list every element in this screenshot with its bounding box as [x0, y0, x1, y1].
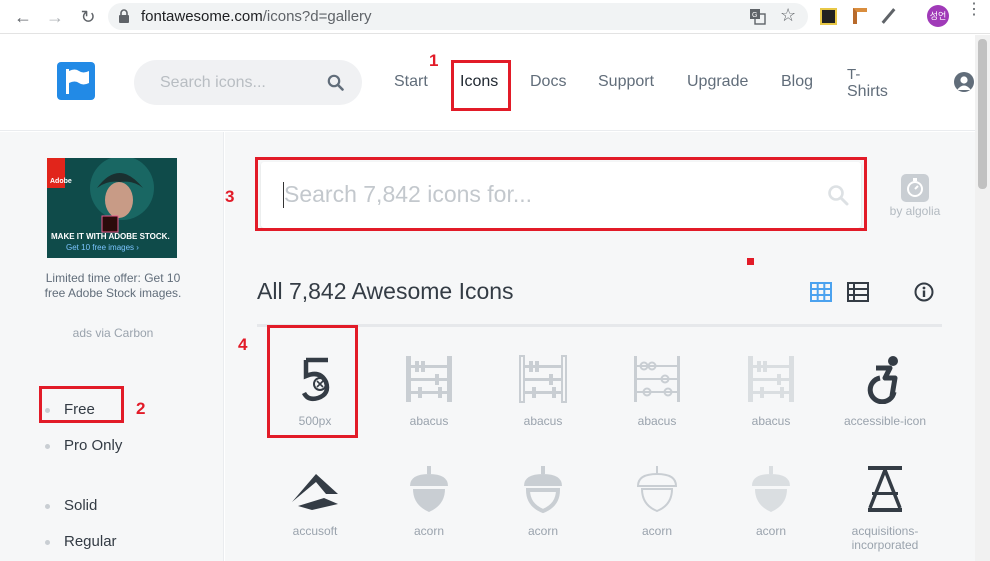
bullet-icon [45, 443, 50, 449]
gallery-divider [257, 324, 942, 327]
browser-toolbar: ← → ↻ fontawesome.com/icons?d=gallery G … [0, 0, 990, 34]
adobe-stock-ad-image[interactable]: Adobe MAKE IT WITH ADOBE STOCK. Get 10 f… [47, 158, 177, 258]
icon-tile-abacus[interactable]: abacus [714, 332, 828, 442]
translate-icon[interactable]: G [749, 8, 766, 25]
stopwatch-icon [901, 174, 929, 202]
icon-tile-acorn[interactable]: acorn [714, 442, 828, 552]
forward-icon[interactable]: → [43, 5, 67, 29]
grid-view-icon[interactable] [810, 282, 832, 302]
icon-label: acorn [527, 524, 559, 538]
icon-label: abacus [523, 414, 563, 428]
acorn-icon [636, 466, 678, 513]
icon-tile-abacus[interactable]: abacus [486, 332, 600, 442]
annotation-box-500px-tile [267, 325, 358, 438]
algolia-attribution[interactable]: by algolia [885, 172, 945, 218]
icon-label: accusoft [292, 524, 338, 538]
annotation-number-3: 3 [225, 187, 235, 206]
nav-docs[interactable]: Docs [530, 73, 566, 91]
annotation-box-free-filter [39, 386, 124, 423]
gallery-title: All 7,842 Awesome Icons [257, 278, 514, 304]
icon-label: abacus [751, 414, 791, 428]
accusoft-icon [292, 474, 338, 510]
abacus-icon [634, 356, 680, 402]
icon-label: acorn [755, 524, 787, 538]
nav-tshirts-line1[interactable]: T- [847, 66, 860, 83]
back-icon[interactable]: ← [11, 5, 35, 29]
nav-start[interactable]: Start [394, 73, 428, 91]
ad-cta-link[interactable]: Get 10 free images › [66, 243, 139, 252]
acorn-icon [410, 466, 448, 512]
accessible-icon [867, 356, 898, 404]
info-icon[interactable] [914, 282, 934, 302]
icon-label: abacus [409, 414, 449, 428]
bullet-icon [45, 503, 50, 509]
ad-attribution[interactable]: ads via Carbon [40, 326, 186, 340]
url-text: fontawesome.com/icons?d=gallery [141, 8, 372, 25]
fontawesome-flag-logo[interactable] [57, 62, 95, 100]
abacus-icon [519, 355, 567, 403]
bullet-icon [45, 539, 50, 545]
reload-icon[interactable]: ↻ [76, 5, 100, 29]
acorn-icon [752, 466, 790, 512]
sidebar: Adobe MAKE IT WITH ADOBE STOCK. Get 10 f… [0, 132, 224, 561]
search-icon[interactable] [327, 74, 344, 91]
icon-label: abacus [637, 414, 677, 428]
filter-regular[interactable]: Regular [45, 533, 117, 550]
annotation-number-1: 1 [429, 51, 439, 70]
header-search-input[interactable]: Search icons... [134, 60, 362, 105]
flag-icon [66, 69, 89, 94]
icon-tile-acorn[interactable]: acorn [600, 442, 714, 552]
nav-support[interactable]: Support [598, 73, 654, 91]
annotation-box-search [255, 157, 867, 231]
annotation-box-icons-nav [451, 60, 511, 111]
header-search-placeholder: Search icons... [160, 74, 266, 91]
icon-label: acorn [413, 524, 445, 538]
acquisitions-incorporated-icon [868, 466, 902, 512]
icon-tile-accessible-icon[interactable]: accessible-icon [828, 332, 942, 442]
address-bar[interactable]: fontawesome.com/icons?d=gallery G ☆ [108, 3, 808, 30]
icon-tile-acorn[interactable]: acorn [486, 442, 600, 552]
svg-text:G: G [752, 12, 757, 19]
browser-menu-icon[interactable]: ⋮ [966, 2, 982, 18]
icon-tile-accusoft[interactable]: accusoft [258, 442, 372, 552]
filter-pro-only[interactable]: Pro Only [45, 437, 122, 454]
profile-avatar[interactable]: 성언 [927, 5, 949, 27]
lock-icon [119, 9, 129, 23]
page-scrollbar[interactable] [975, 35, 990, 561]
ad-headline: MAKE IT WITH ADOBE STOCK. [51, 232, 170, 241]
user-account-icon[interactable] [954, 72, 974, 92]
nav-upgrade[interactable]: Upgrade [687, 73, 748, 91]
list-view-icon[interactable] [847, 282, 869, 302]
scrollbar-thumb[interactable] [978, 39, 987, 189]
icon-tile-acquisitions-incorporated[interactable]: acquisitions-incorporated [828, 442, 942, 552]
abacus-icon [748, 356, 794, 402]
nav-tshirts-line2[interactable]: Shirts [847, 83, 888, 101]
acorn-icon [524, 466, 562, 514]
abacus-icon [406, 356, 452, 402]
annotation-marker-dot [747, 258, 754, 265]
icon-label: acquisitions-incorporated [851, 524, 919, 552]
extension-icon[interactable] [820, 8, 837, 25]
annotation-number-2: 2 [136, 399, 146, 418]
bookmark-star-icon[interactable]: ☆ [780, 5, 796, 26]
icon-tile-abacus[interactable]: abacus [600, 332, 714, 442]
icon-tile-abacus[interactable]: abacus [372, 332, 486, 442]
icon-label: acorn [641, 524, 673, 538]
icon-label: accessible-icon [843, 414, 927, 428]
filter-solid[interactable]: Solid [45, 497, 97, 514]
annotation-number-4: 4 [238, 335, 248, 354]
nav-blog[interactable]: Blog [781, 73, 813, 91]
eyedropper-icon[interactable] [881, 8, 896, 24]
ad-brand-label: Adobe [50, 178, 72, 185]
icon-tile-acorn[interactable]: acorn [372, 442, 486, 552]
extension-hammer-icon[interactable] [853, 8, 867, 24]
ad-description[interactable]: Limited time offer: Get 10 free Adobe St… [40, 271, 186, 301]
